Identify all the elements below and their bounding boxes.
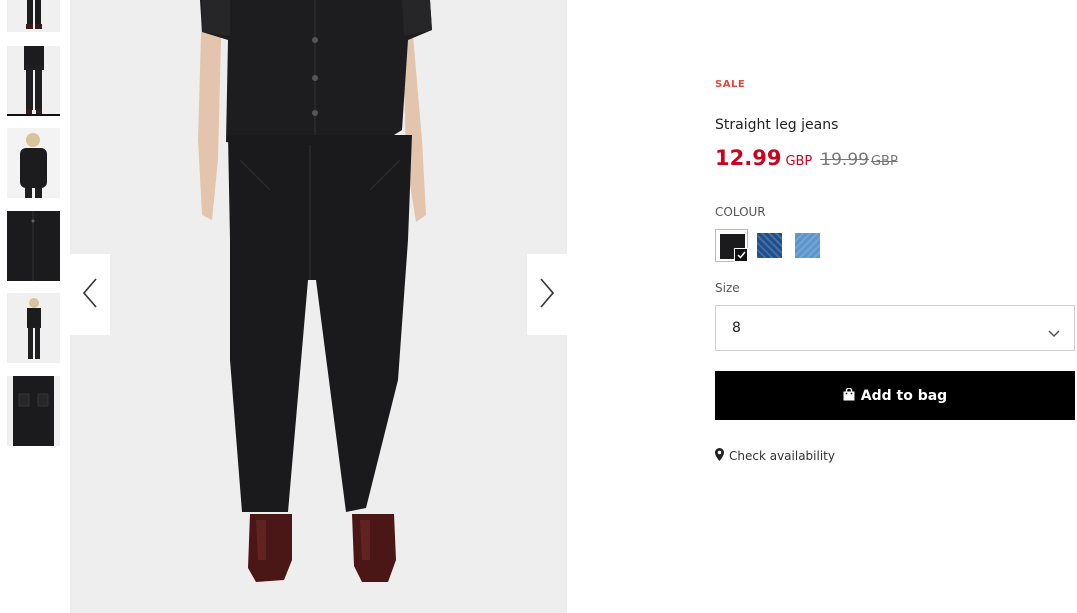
colour-swatch-light-blue[interactable] [791,229,824,262]
original-price-currency: GBP [870,154,898,169]
previous-image-button[interactable] [70,254,110,335]
chevron-down-icon [1048,323,1060,342]
colour-label: COLOUR [715,205,766,219]
product-title: Straight leg jeans [715,117,839,133]
current-price-currency: GBP [785,154,813,169]
active-thumbnail-indicator [7,114,60,116]
current-price: 12.99 [715,146,782,170]
next-image-button[interactable] [527,254,567,335]
colour-swatch-black[interactable] [715,229,748,262]
check-availability-label: Check availability [729,448,835,463]
chevron-right-icon [539,277,555,312]
thumbnail-3[interactable] [7,128,60,198]
check-availability-link[interactable]: Check availability [715,446,835,465]
thumbnail-1[interactable] [7,0,60,32]
swatch-fill [757,233,782,258]
colour-swatch-dark-blue[interactable] [753,229,786,262]
size-label: Size [715,281,740,295]
chevron-left-icon [82,277,98,312]
bag-icon [843,386,855,405]
main-product-image [70,0,567,613]
size-select[interactable]: 8 [715,305,1075,351]
thumbnail-5[interactable] [7,293,60,363]
add-to-bag-button[interactable]: Add to bag [715,371,1075,420]
check-icon [734,248,748,262]
original-price: 19.99 [820,150,869,170]
size-selected-value: 8 [732,320,741,336]
thumbnail-4[interactable] [7,211,60,281]
add-to-bag-label: Add to bag [860,387,948,404]
sale-badge: SALE [715,79,746,90]
thumbnail-6[interactable] [7,376,60,446]
swatch-fill [795,233,820,258]
thumbnail-2[interactable] [7,46,60,116]
price-row: 12.99 GBP 19.99 GBP [715,146,898,170]
location-pin-icon [715,446,724,465]
